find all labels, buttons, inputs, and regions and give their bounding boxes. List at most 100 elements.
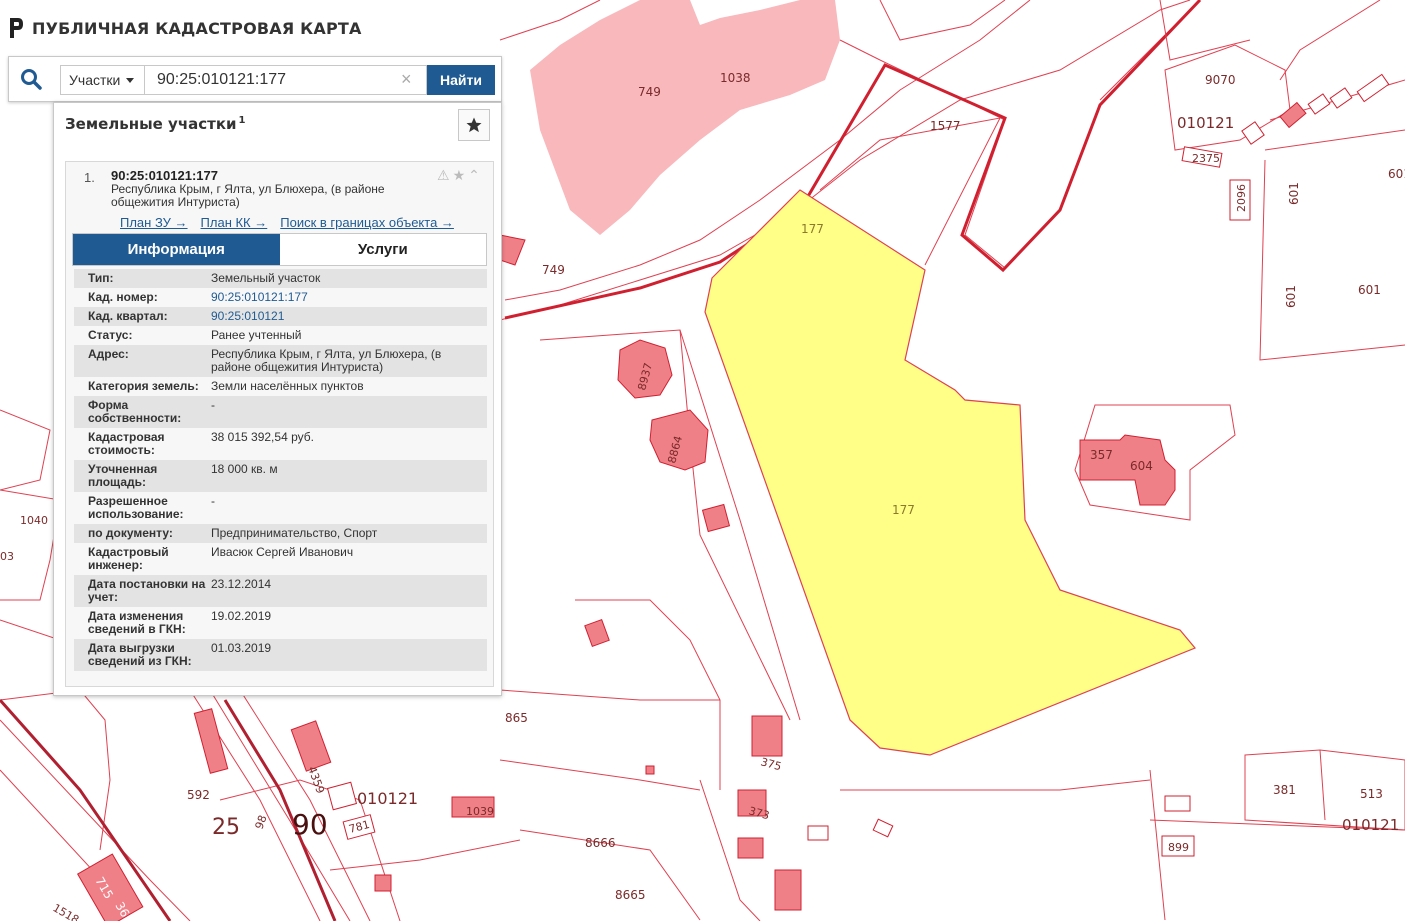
favorite-button[interactable]: [458, 109, 490, 141]
info-value: Ивасюк Сергей Иванович: [211, 545, 354, 559]
chevron-up-icon[interactable]: ⌃: [468, 167, 480, 184]
label-375: 375: [759, 755, 783, 773]
info-row-kad-quarter: Кад. квартал: 90:25:010121: [74, 307, 487, 326]
label-381: 381: [1273, 783, 1296, 797]
search-input[interactable]: [145, 65, 427, 95]
label-601a: 601: [1287, 182, 1301, 205]
result-number: 1.: [84, 170, 95, 185]
info-key: Категория земель:: [88, 379, 199, 393]
search-bounds-link[interactable]: Поиск в границах объекта →: [280, 215, 454, 230]
building-small-b[interactable]: [584, 618, 610, 648]
label-2096: 2096: [1235, 184, 1248, 212]
label-865: 865: [505, 711, 528, 725]
info-value: Ранее учтенный: [211, 328, 302, 342]
panel-heading: Земельные участки 1: [65, 115, 246, 133]
info-row-change-date: Дата изменения сведений в ГКН: 19.02.2019: [74, 607, 487, 639]
label-373: 373: [747, 804, 771, 822]
info-row-permitted-use: Разрешенное использование: -: [74, 492, 487, 524]
info-key: Статус:: [88, 328, 133, 342]
label-513: 513: [1360, 787, 1383, 801]
info-key: Тип:: [88, 271, 114, 285]
info-value: 01.03.2019: [211, 641, 272, 655]
label-601c: 601: [1358, 283, 1381, 297]
label-601d: 601: [1388, 167, 1405, 181]
label-8666: 8666: [585, 836, 616, 850]
building-4359[interactable]: [290, 720, 332, 772]
building-small-g[interactable]: [1279, 101, 1307, 129]
search-type-label: Участки: [69, 72, 121, 88]
info-key: Разрешенное использование:: [88, 494, 184, 521]
label-749a: 749: [638, 85, 661, 99]
building-357-604[interactable]: [1079, 434, 1176, 506]
label-2375: 2375: [1192, 152, 1220, 165]
panel-heading-text: Земельные участки: [65, 115, 237, 133]
label-8665: 8665: [615, 888, 646, 902]
info-key: Кад. квартал:: [88, 309, 168, 323]
info-row-type: Тип: Земельный участок: [74, 269, 487, 288]
info-value-link[interactable]: 90:25:010121:177: [211, 288, 487, 307]
building-375[interactable]: [751, 715, 783, 757]
label-1038: 1038: [720, 71, 751, 85]
label-749b: 749: [542, 263, 565, 277]
find-button[interactable]: Найти: [427, 65, 495, 95]
label-25: 25: [212, 815, 240, 840]
info-row-kad-number: Кад. номер: 90:25:010121:177: [74, 288, 487, 307]
tab-services[interactable]: Услуги: [279, 234, 486, 265]
warning-icon[interactable]: ⚠: [437, 167, 450, 184]
info-key: Дата изменения сведений в ГКН:: [88, 609, 186, 636]
building-small-c[interactable]: [737, 837, 764, 859]
label-010121a: 010121: [1177, 114, 1234, 132]
plan-kk-link[interactable]: План КК →: [201, 215, 268, 230]
info-key: Кадастровая стоимость:: [88, 430, 165, 457]
result-address: Республика Крым, г Ялта, ул Блюхера, (в …: [111, 182, 385, 209]
label-357: 357: [1090, 448, 1113, 462]
label-90: 90: [292, 808, 328, 841]
building-small-a[interactable]: [701, 503, 731, 533]
info-key: Дата постановки на учет:: [88, 577, 206, 604]
building-749-left[interactable]: [499, 234, 526, 266]
info-key: Кадастровый инженер:: [88, 545, 169, 572]
info-row-land-category: Категория земель: Земли населённых пункто…: [74, 377, 487, 396]
info-value: 19.02.2019: [211, 609, 272, 623]
clear-icon[interactable]: ×: [401, 69, 412, 89]
star-icon[interactable]: ★: [453, 167, 466, 184]
info-value: Земли населённых пунктов: [211, 379, 364, 393]
info-row-address: Адрес: Республика Крым, г Ялта, ул Блюхер…: [74, 345, 487, 377]
label-1518: 1518: [51, 901, 82, 921]
tab-information[interactable]: Информация: [73, 234, 280, 265]
label-1577: 1577: [930, 119, 961, 133]
info-row-status: Статус: Ранее учтенный: [74, 326, 487, 345]
rosreestr-logo-icon: [10, 18, 23, 38]
building-small-d[interactable]: [774, 869, 802, 911]
building-small-h[interactable]: [645, 765, 655, 775]
result-card: 1. 90:25:010121:177 Республика Крым, г Я…: [65, 161, 494, 687]
info-value: -: [211, 494, 215, 508]
plan-zu-link[interactable]: План ЗУ →: [120, 215, 188, 230]
info-key: Форма собственности:: [88, 398, 182, 425]
label-1040: 1040: [20, 514, 48, 527]
info-key: Дата выгрузки сведений из ГКН:: [88, 641, 192, 668]
info-row-ownership: Форма собственности: -: [74, 396, 487, 428]
app-title: ПУБЛИЧНАЯ КАДАСТРОВАЯ КАРТА: [32, 18, 362, 38]
label-177a: 177: [801, 222, 824, 236]
label-9070: 9070: [1205, 73, 1236, 87]
info-value: 38 015 392,54 руб.: [211, 430, 314, 444]
info-row-engineer: Кадастровый инженер: Ивасюк Сергей Иванов…: [74, 543, 487, 575]
result-count: 1: [238, 115, 246, 126]
star-icon: [466, 117, 482, 133]
card-actions: ⚠ ★ ⌃: [437, 167, 480, 184]
info-tabs: Информация Услуги: [72, 233, 487, 266]
info-table: Тип: Земельный участок Кад. номер: 90:25:0…: [74, 269, 487, 671]
result-kad-number[interactable]: 90:25:010121:177: [111, 168, 218, 183]
search-type-select[interactable]: Участки: [60, 65, 145, 95]
search-icon[interactable]: [19, 67, 43, 91]
label-177b: 177: [892, 503, 915, 517]
label-4359: 4359: [305, 765, 327, 796]
building-small-e[interactable]: [374, 874, 392, 892]
info-row-area: Уточненная площадь: 18 000 кв. м: [74, 460, 487, 492]
info-value-link[interactable]: 90:25:010121: [211, 307, 487, 326]
result-links: План ЗУ → План КК → Поиск в границах объ…: [120, 215, 454, 230]
label-98: 98: [253, 813, 270, 831]
info-value: -: [211, 398, 215, 412]
label-010121c: 010121: [1342, 816, 1399, 834]
